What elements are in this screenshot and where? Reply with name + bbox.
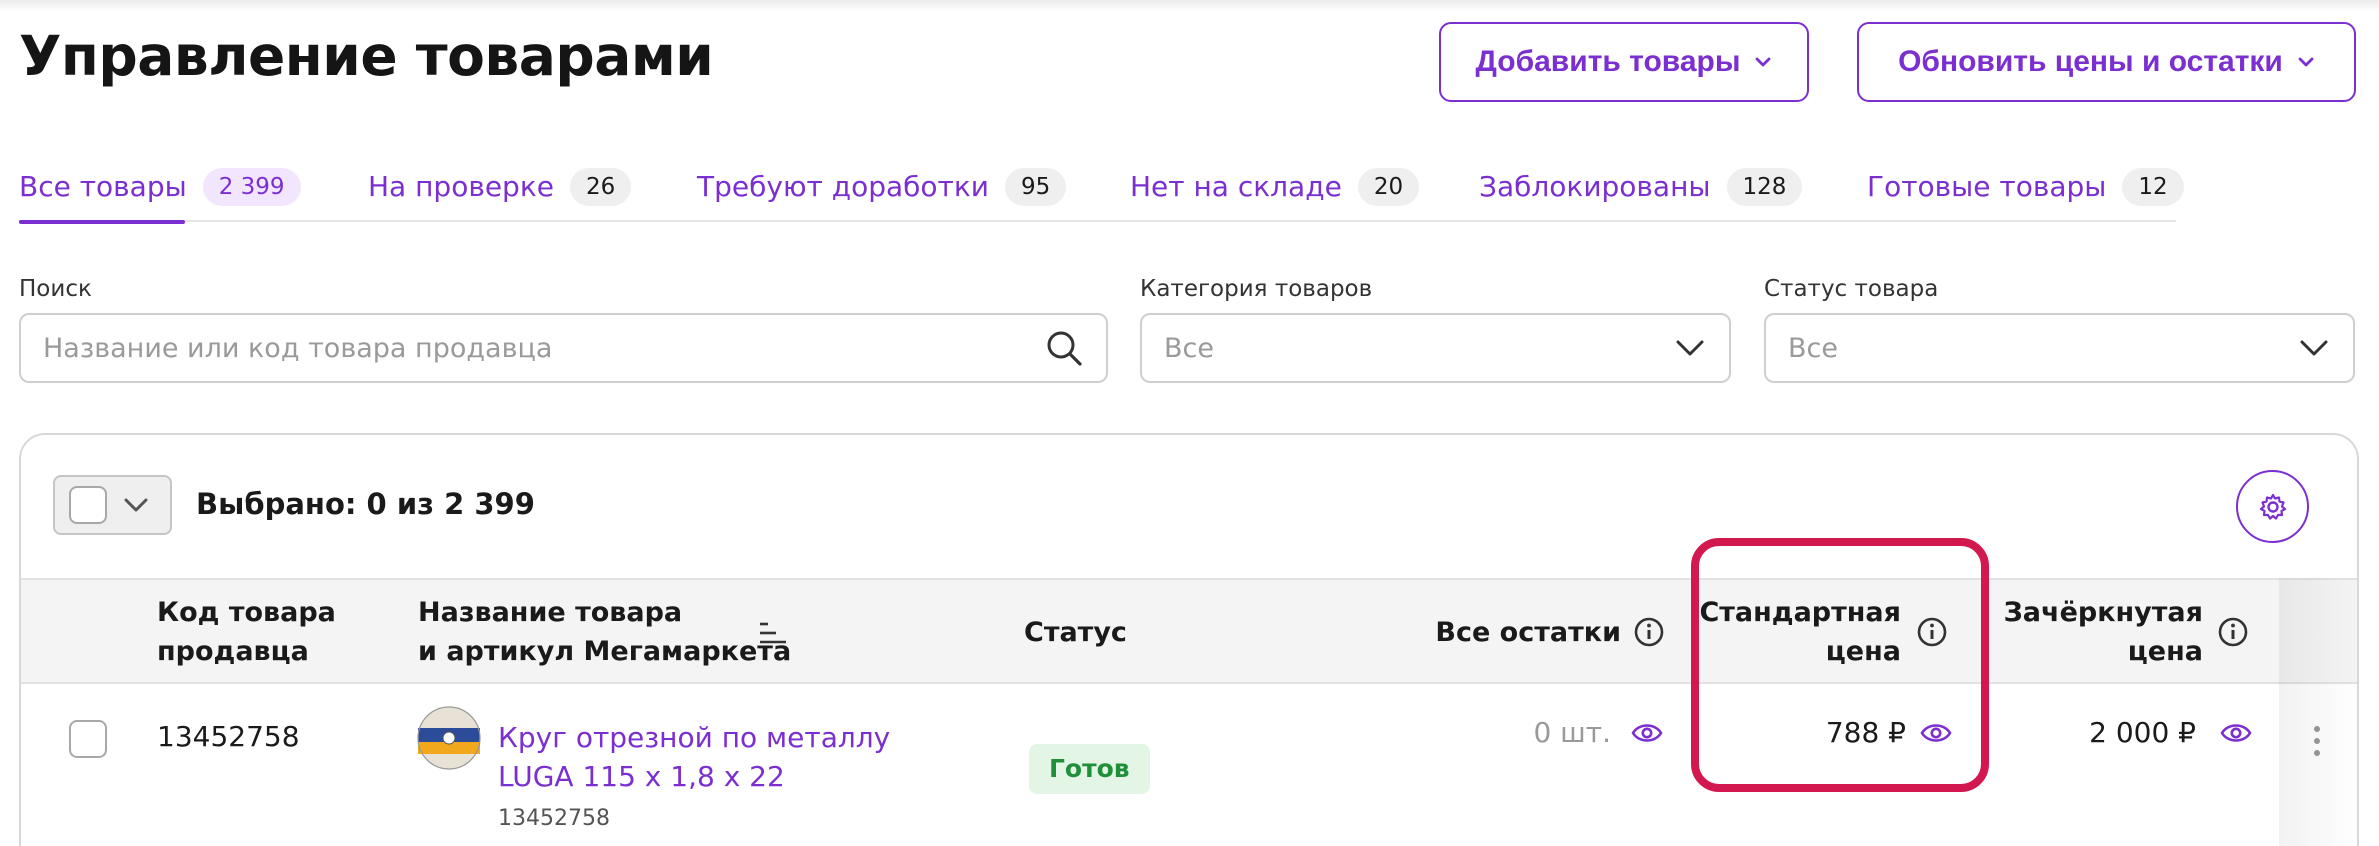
product-name-link[interactable]: Круг отрезной по металлу LUGA 115 х 1,8 … <box>498 718 968 796</box>
tab-label: На проверке <box>368 170 554 203</box>
col-status-header: Статус <box>1024 617 1127 648</box>
header-line: цена <box>1825 636 1901 667</box>
gear-icon <box>2259 493 2286 520</box>
search-icon[interactable] <box>1044 328 1084 368</box>
header-line: продавца <box>157 636 309 667</box>
category-select[interactable]: Все <box>1140 313 1731 383</box>
tab-label: Готовые товары <box>1867 170 2107 203</box>
chevron-down-icon <box>2298 57 2314 67</box>
header-line: и артикул Мегамаркета <box>418 636 792 667</box>
tab-count-badge: 128 <box>1726 168 1803 206</box>
col-strike-price-header: Зачёркнутая цена <box>1971 593 2203 671</box>
status-badge: Готов <box>1029 744 1150 794</box>
row-std-price: 788 ₽ <box>1825 716 1906 749</box>
eye-icon[interactable] <box>1631 720 1663 746</box>
tab-label: Все товары <box>19 170 187 203</box>
tab-label: Требуют доработки <box>697 170 989 203</box>
kebab-icon[interactable] <box>2311 724 2323 758</box>
status-select[interactable]: Все <box>1764 313 2355 383</box>
status-value: Все <box>1788 332 1838 364</box>
table-row[interactable]: 13452758 Круг отрезной по металлу LUGA 1… <box>21 684 2357 846</box>
row-checkbox[interactable] <box>69 720 107 758</box>
top-fade <box>0 0 2379 12</box>
chevron-down-icon <box>1756 57 1771 67</box>
search-input[interactable] <box>43 332 1044 364</box>
add-products-button[interactable]: Добавить товары <box>1439 22 1809 102</box>
tab-out-of-stock[interactable]: Нет на складе 20 <box>1130 165 1420 222</box>
tab-on-review[interactable]: На проверке 26 <box>368 165 632 222</box>
info-icon[interactable] <box>2217 616 2249 648</box>
products-table: Выбрано: 0 из 2 399 Код товара продавца … <box>19 433 2359 846</box>
col-name-header[interactable]: Название товара и артикул Мегамаркета <box>418 593 791 671</box>
product-sku: 13452758 <box>498 806 610 831</box>
col-std-price-header: Стандартная цена <box>1671 593 1901 671</box>
row-strike-price: 2 000 ₽ <box>2089 716 2196 749</box>
tab-ready[interactable]: Готовые товары 12 <box>1867 165 2184 222</box>
sort-icon[interactable] <box>758 620 788 648</box>
status-tabs: Все товары 2 399 На проверке 26 Требуют … <box>19 165 2184 224</box>
chevron-down-icon <box>124 498 148 512</box>
chevron-down-icon <box>1676 340 1704 356</box>
table-header: Код товара продавца Название товара и ар… <box>21 578 2357 684</box>
update-prices-label: Обновить цены и остатки <box>1898 45 2283 78</box>
eye-icon[interactable] <box>1920 720 1952 746</box>
chevron-down-icon <box>2300 340 2328 356</box>
header-line: цена <box>2127 636 2203 667</box>
tab-count-badge: 12 <box>2122 168 2184 206</box>
header-line: Код товара <box>157 597 336 628</box>
tab-count-badge: 2 399 <box>202 168 301 206</box>
update-prices-button[interactable]: Обновить цены и остатки <box>1857 22 2356 102</box>
tab-label: Заблокированы <box>1479 170 1711 203</box>
eye-icon[interactable] <box>2220 720 2252 746</box>
row-stock: 0 шт. <box>1533 716 1611 749</box>
bulk-select-dropdown[interactable] <box>53 475 172 535</box>
row-code: 13452758 <box>157 720 300 753</box>
tab-label: Нет на складе <box>1130 170 1342 203</box>
status-label: Статус товара <box>1764 276 1939 302</box>
tab-count-badge: 26 <box>569 168 632 206</box>
select-all-checkbox[interactable] <box>69 486 107 524</box>
search-label: Поиск <box>19 276 92 302</box>
table-settings-button[interactable] <box>2236 470 2309 543</box>
header-line: Стандартная <box>1699 597 1901 628</box>
tab-count-badge: 95 <box>1004 168 1067 206</box>
col-stock-header: Все остатки <box>1435 617 1621 648</box>
product-thumbnail <box>417 706 481 770</box>
tab-blocked[interactable]: Заблокированы 128 <box>1479 165 1803 222</box>
add-products-label: Добавить товары <box>1475 45 1741 78</box>
selected-count: Выбрано: 0 из 2 399 <box>196 487 535 521</box>
header-line: Название товара <box>418 597 683 628</box>
tab-count-badge: 20 <box>1357 168 1420 206</box>
tab-all[interactable]: Все товары 2 399 <box>19 165 301 224</box>
category-label: Категория товаров <box>1140 276 1373 302</box>
header-line: Зачёркнутая <box>2003 597 2203 628</box>
col-code-header[interactable]: Код товара продавца <box>157 593 336 671</box>
info-icon[interactable] <box>1633 616 1665 648</box>
search-field <box>19 313 1108 383</box>
tab-needs-fix[interactable]: Требуют доработки 95 <box>697 165 1067 222</box>
category-value: Все <box>1164 332 1214 364</box>
info-icon[interactable] <box>1916 616 1948 648</box>
page-title: Управление товарами <box>19 24 714 88</box>
